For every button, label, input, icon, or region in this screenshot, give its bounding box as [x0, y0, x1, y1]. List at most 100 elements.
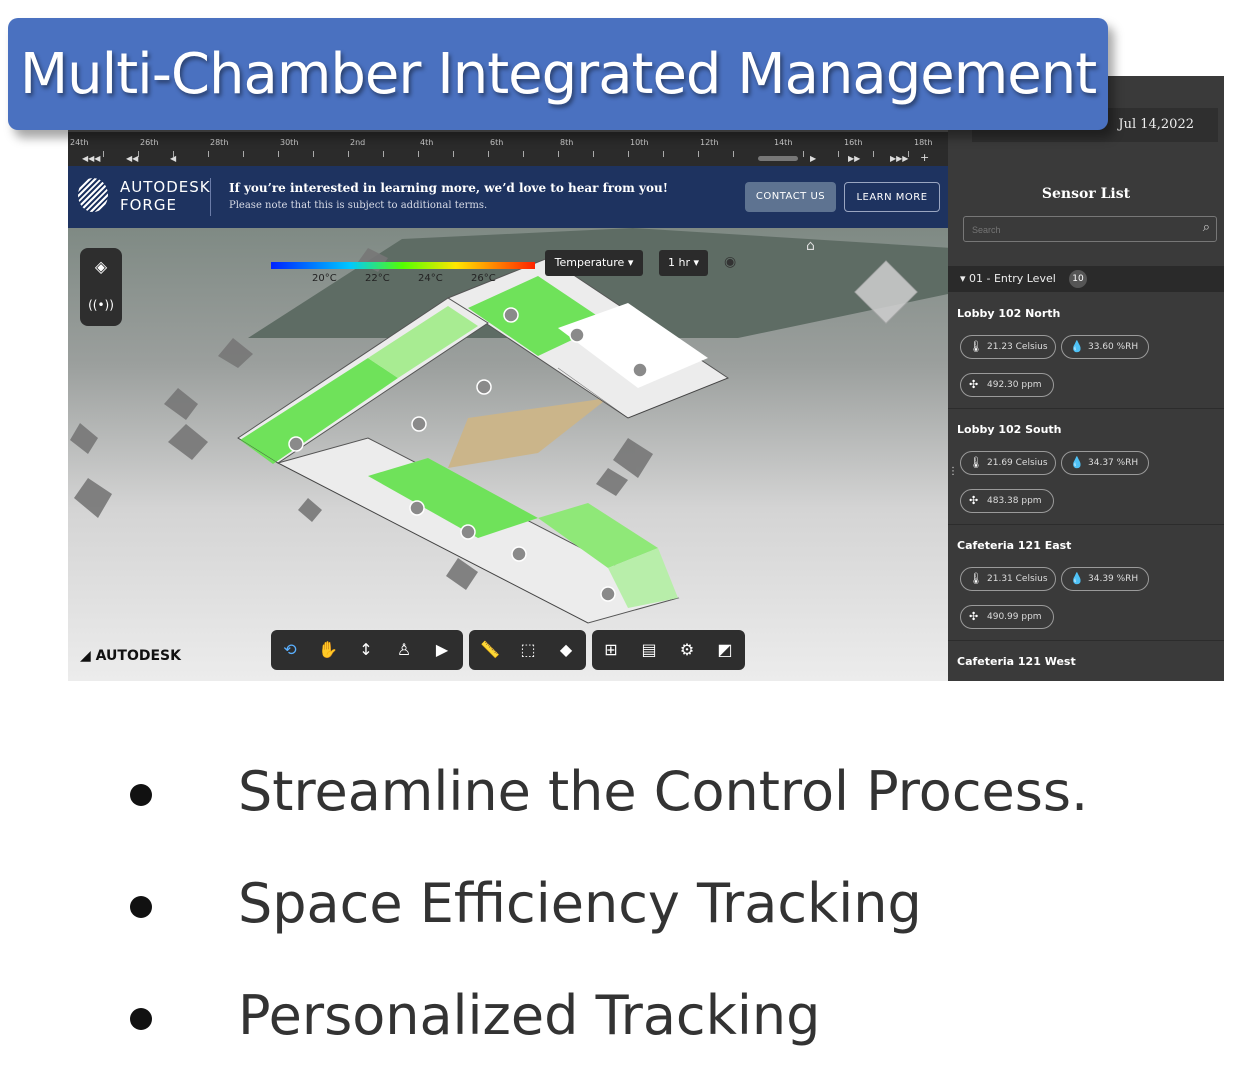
co2-value: 483.38 ppm — [987, 496, 1042, 506]
sensor-broadcast-icon[interactable]: ((•)) — [80, 286, 122, 324]
timeline-bar[interactable]: 24th 26th 28th 30th 2nd 4th 6th 8th 10th… — [68, 132, 948, 166]
brand-autodesk: AUTODESK — [120, 178, 211, 196]
sensor-panel: Jul 14,2022 Sensor List ⌕ ▾ 01 - Entry L… — [948, 76, 1224, 681]
properties-icon[interactable]: ▤ — [630, 630, 668, 670]
droplet-icon: 💧 — [1070, 456, 1084, 469]
sensor-name: Cafeteria 121 East — [957, 539, 1072, 552]
rewind-fast-icon[interactable]: ◀◀◀ — [82, 154, 100, 163]
measure-toolbar: 📏 ⬚ ◆ — [469, 630, 586, 670]
colorbar-label: 22°C — [365, 273, 390, 284]
sensor-item[interactable]: Lobby 102 South 🌡 21.69 Celsius 💧 34.37 %R… — [948, 409, 1224, 525]
level-group[interactable]: ▾ 01 - Entry Level 10 — [948, 266, 1224, 292]
info-submessage: Please note that this is subject to addi… — [229, 200, 488, 211]
temperature-value: 21.69 Celsius — [987, 458, 1048, 468]
pan-hand-icon[interactable]: ✋ — [309, 630, 347, 670]
sensor-item[interactable]: Cafeteria 121 West — [948, 641, 1224, 681]
step-back-icon[interactable]: ◀ — [170, 154, 176, 163]
eye-icon[interactable]: ◉ — [724, 254, 736, 270]
co2-value: 490.99 ppm — [987, 612, 1042, 622]
learn-more-button[interactable]: LEARN MORE — [844, 182, 940, 212]
temperature-pill: 🌡 21.69 Celsius — [960, 451, 1056, 475]
humidity-value: 34.37 %RH — [1088, 458, 1139, 468]
colorbar-label: 24°C — [418, 273, 443, 284]
droplet-icon: 💧 — [1070, 340, 1084, 353]
orbit-icon[interactable]: ⟲ — [271, 630, 309, 670]
temperature-pill: 🌡 21.31 Celsius — [960, 567, 1056, 591]
timeline-scrollbar[interactable] — [758, 156, 798, 161]
bullet-dot — [130, 784, 152, 806]
sensor-item[interactable]: Cafeteria 121 East 🌡 21.31 Celsius 💧 34.39… — [948, 525, 1224, 641]
measure-ruler-icon[interactable]: 📏 — [471, 630, 509, 670]
fan-icon: ✣ — [969, 610, 979, 623]
fan-icon: ✣ — [969, 494, 979, 507]
search-icon[interactable]: ⌕ — [1203, 220, 1210, 235]
brand-forge: FORGE — [120, 196, 177, 214]
forge-logo-icon — [78, 178, 108, 212]
search-input[interactable] — [970, 221, 1174, 239]
forward-icon[interactable]: ▶▶ — [848, 154, 860, 163]
timeline-label: 12th — [700, 138, 719, 147]
zoom-plus-icon[interactable]: + — [920, 151, 929, 164]
humidity-value: 33.60 %RH — [1088, 342, 1139, 352]
panel-resize-handle[interactable]: ⋮ — [948, 466, 958, 477]
timeline-label: 8th — [560, 138, 574, 147]
walk-person-icon[interactable]: ♙ — [385, 630, 423, 670]
sensor-name: Cafeteria 121 West — [957, 655, 1076, 668]
level-label: ▾ 01 - Entry Level — [960, 272, 1056, 285]
camera-icon[interactable]: ▶ — [423, 630, 461, 670]
timeline-label: 4th — [420, 138, 434, 147]
thermometer-icon: 🌡 — [969, 572, 983, 585]
forge-info-bar: AUTODESK FORGE If you’re interested in l… — [68, 166, 948, 228]
temperature-colorbar — [271, 262, 535, 269]
bullet-dot — [130, 896, 152, 918]
humidity-pill: 💧 34.39 %RH — [1061, 567, 1149, 591]
gear-icon[interactable]: ⚙ — [668, 630, 706, 670]
colorbar-label: 20°C — [312, 273, 337, 284]
settings-toolbar: ⊞ ▤ ⚙ ◩ — [592, 630, 745, 670]
rewind-icon[interactable]: ◀◀ — [126, 154, 138, 163]
forward-fast-icon[interactable]: ▶▶▶ — [890, 154, 908, 163]
section-box-icon[interactable]: ⬚ — [509, 630, 547, 670]
model-browser-icon[interactable]: ⊞ — [592, 630, 630, 670]
timeline-label: 10th — [630, 138, 649, 147]
navigation-toolbar: ⟲ ✋ ↕ ♙ ▶ — [271, 630, 463, 670]
timeline-label: 30th — [280, 138, 299, 147]
thermometer-icon: 🌡 — [969, 340, 983, 353]
play-icon[interactable]: ▶ — [810, 154, 816, 163]
temperature-value: 21.31 Celsius — [987, 574, 1048, 584]
co2-value: 492.30 ppm — [987, 380, 1042, 390]
forge-app-window: 24th 26th 28th 30th 2nd 4th 6th 8th 10th… — [68, 76, 1224, 681]
zoom-icon[interactable]: ↕ — [347, 630, 385, 670]
bullet-text: Personalized Tracking — [238, 984, 821, 1047]
autodesk-watermark: ◢ AUTODESK — [80, 648, 181, 664]
co2-pill: ✣ 490.99 ppm — [960, 605, 1054, 629]
colorbar-label: 26°C — [471, 273, 496, 284]
layers-icon[interactable]: ◈ — [80, 248, 122, 286]
home-icon[interactable]: ⌂ — [806, 238, 815, 254]
sensor-name: Lobby 102 North — [957, 307, 1061, 320]
contact-us-button[interactable]: CONTACT US — [745, 182, 836, 212]
timeline-label: 26th — [140, 138, 159, 147]
timeline-label: 16th — [844, 138, 863, 147]
metric-dropdown[interactable]: Temperature ▾ — [545, 250, 643, 276]
co2-pill: ✣ 483.38 ppm — [960, 489, 1054, 513]
sensor-item[interactable]: Lobby 102 North 🌡 21.23 Celsius 💧 33.60 %R… — [948, 293, 1224, 409]
info-message: If you’re interested in learning more, w… — [229, 181, 668, 195]
explode-icon[interactable]: ◆ — [547, 630, 585, 670]
bullet-text: Streamline the Control Process. — [238, 760, 1089, 823]
level-count-badge: 10 — [1069, 270, 1087, 288]
left-toolbar: ◈ ((•)) — [80, 248, 122, 326]
timeline-label: 2nd — [350, 138, 366, 147]
timeline-label: 14th — [774, 138, 793, 147]
fullscreen-icon[interactable]: ◩ — [706, 630, 744, 670]
droplet-icon: 💧 — [1070, 572, 1084, 585]
panel-title: Sensor List — [1041, 186, 1131, 202]
humidity-pill: 💧 34.37 %RH — [1061, 451, 1149, 475]
timeline-label: 24th — [70, 138, 89, 147]
model-viewer[interactable]: ◈ ((•)) 20°C 22°C 24°C 26°C Temperature … — [68, 228, 948, 681]
time-range-dropdown[interactable]: 1 hr ▾ — [659, 250, 708, 276]
sensor-search[interactable]: ⌕ — [963, 216, 1217, 242]
bullet-dot — [130, 1008, 152, 1030]
timeline-label: 18th — [914, 138, 933, 147]
timeline-label: 28th — [210, 138, 229, 147]
